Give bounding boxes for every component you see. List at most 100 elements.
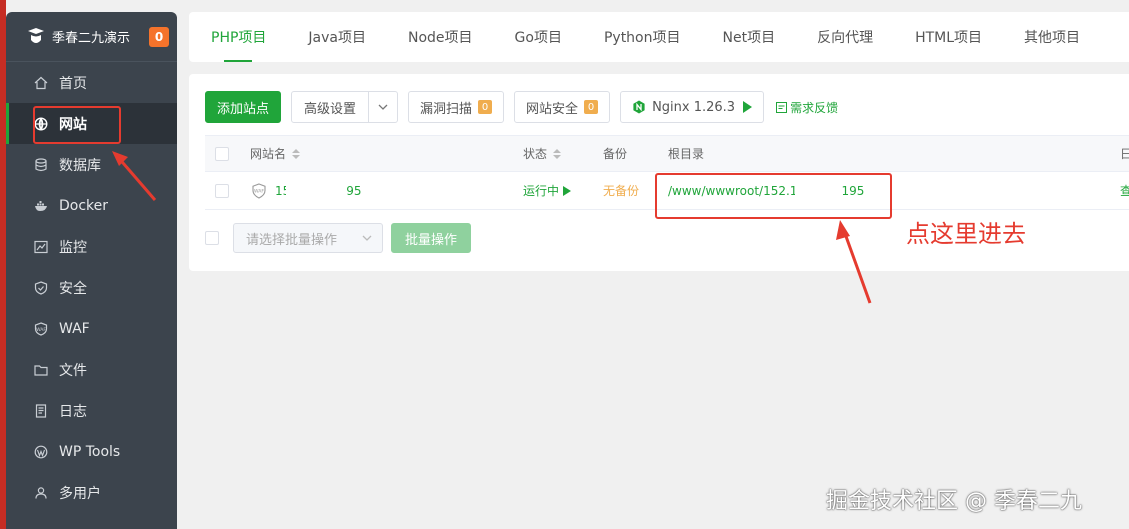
row-checkbox-wrap bbox=[215, 183, 229, 198]
sidebar-header: 季春二九演示 0 bbox=[6, 12, 177, 62]
add-site-button[interactable]: 添加站点 bbox=[205, 91, 282, 123]
sidebar-item-website[interactable]: 网站 bbox=[6, 103, 177, 144]
tab-go[interactable]: Go项目 bbox=[494, 12, 583, 62]
sidebar-item-multi-user[interactable]: 多用户 bbox=[6, 472, 177, 513]
site-name-cell[interactable]: WAF 15 95 bbox=[251, 176, 362, 205]
status-running: 运行中 bbox=[523, 184, 560, 198]
sidebar: 季春二九演示 0 首页 网站 数据库 Docker 监控 安全 WAF WAF … bbox=[6, 12, 177, 529]
play-icon bbox=[563, 185, 572, 196]
vuln-scan-button[interactable]: 漏洞扫描 0 bbox=[408, 91, 505, 123]
wordpress-icon bbox=[34, 445, 48, 459]
waf-status-icon: WAF bbox=[252, 182, 266, 199]
row-checkbox[interactable] bbox=[215, 183, 229, 198]
tab-html[interactable]: HTML项目 bbox=[894, 12, 1003, 62]
sidebar-item-database[interactable]: 数据库 bbox=[6, 144, 177, 185]
site-table: 网站名 状态 备份 根目录 日 WAF 15 95 运行中 无备份 /www/w… bbox=[205, 135, 1129, 210]
sidebar-item-waf[interactable]: WAF WAF bbox=[6, 308, 177, 349]
status-cell[interactable]: 运行中 bbox=[523, 182, 572, 199]
tab-net[interactable]: Net项目 bbox=[702, 12, 797, 62]
sidebar-item-monitor[interactable]: 监控 bbox=[6, 226, 177, 267]
folder-icon bbox=[34, 363, 48, 377]
svg-text:WAF: WAF bbox=[36, 326, 46, 332]
site-security-label: 网站安全 bbox=[526, 101, 579, 117]
sidebar-item-security[interactable]: 安全 bbox=[6, 267, 177, 308]
database-icon bbox=[34, 157, 48, 172]
sidebar-item-home[interactable]: 首页 bbox=[6, 62, 177, 103]
tab-java[interactable]: Java项目 bbox=[287, 12, 387, 62]
shield-icon bbox=[34, 280, 48, 295]
sidebar-item-label: 网站 bbox=[59, 116, 87, 133]
table-header: 网站名 状态 备份 根目录 日 bbox=[205, 135, 1129, 172]
globe-icon bbox=[34, 116, 48, 131]
batch-select-checkbox[interactable] bbox=[205, 231, 219, 245]
row-action-link[interactable]: 查 bbox=[1120, 182, 1129, 199]
batch-select-placeholder: 请选择批量操作 bbox=[246, 232, 338, 248]
site-security-button[interactable]: 网站安全 0 bbox=[514, 91, 611, 123]
sidebar-item-wp-tools[interactable]: WP Tools bbox=[6, 431, 177, 472]
sidebar-item-docker[interactable]: Docker bbox=[6, 185, 177, 226]
toolbar: 添加站点 高级设置 漏洞扫描 0 网站安全 0 Nginx 1.26.3 需求反… bbox=[205, 91, 838, 123]
sort-icon bbox=[292, 148, 301, 159]
play-icon bbox=[743, 101, 753, 113]
sidebar-item-label: WAF bbox=[59, 320, 90, 337]
security-count-badge: 0 bbox=[584, 100, 599, 114]
col-backup: 备份 bbox=[603, 147, 628, 161]
redacted-ip bbox=[286, 176, 351, 205]
batch-operation-select[interactable]: 请选择批量操作 bbox=[233, 223, 383, 253]
col-root-dir: 根目录 bbox=[668, 147, 705, 161]
log-icon bbox=[34, 403, 48, 418]
batch-actions: 请选择批量操作 批量操作 bbox=[205, 223, 472, 253]
waf-shield-icon: WAF bbox=[34, 321, 48, 336]
home-icon bbox=[34, 76, 48, 90]
col-site-name[interactable]: 网站名 bbox=[250, 145, 301, 162]
project-tabs: PHP项目 Java项目 Node项目 Go项目 Python项目 Net项目 … bbox=[189, 12, 1129, 62]
docker-icon bbox=[34, 199, 48, 213]
backup-cell[interactable]: 无备份 bbox=[603, 182, 639, 199]
sort-icon bbox=[553, 148, 562, 159]
feedback-label: 需求反馈 bbox=[790, 100, 839, 115]
root-dir-link[interactable]: /www/wwwroot/152.1 195 bbox=[668, 178, 865, 203]
sidebar-item-logs[interactable]: 日志 bbox=[6, 390, 177, 431]
sidebar-item-label: WP Tools bbox=[59, 443, 121, 460]
nginx-button[interactable]: Nginx 1.26.3 bbox=[620, 91, 765, 123]
tab-other[interactable]: 其他项目 bbox=[1003, 12, 1101, 62]
users-icon bbox=[34, 486, 48, 500]
root-dir-prefix: /www/wwwroot/152.1 bbox=[668, 183, 798, 198]
watermark: 掘金技术社区 @ 季春二九 bbox=[826, 489, 1082, 514]
annotation-text: 点这里进去 bbox=[906, 220, 1026, 248]
root-dir-suffix: 195 bbox=[841, 183, 865, 198]
sidebar-item-label: 首页 bbox=[59, 75, 87, 92]
feedback-icon bbox=[776, 101, 788, 113]
col-status-label: 状态 bbox=[523, 147, 548, 161]
table-row: WAF 15 95 运行中 无备份 /www/wwwroot/152.1 195… bbox=[205, 172, 1129, 210]
sidebar-menu: 首页 网站 数据库 Docker 监控 安全 WAF WAF 文件 日志 WP … bbox=[6, 62, 177, 513]
panel-logo-icon bbox=[28, 27, 44, 43]
tab-php[interactable]: PHP项目 bbox=[189, 12, 287, 62]
svg-text:WAF: WAF bbox=[254, 188, 264, 194]
vuln-scan-label: 漏洞扫描 bbox=[420, 101, 473, 117]
sidebar-item-label: 监控 bbox=[59, 239, 87, 256]
sidebar-item-files[interactable]: 文件 bbox=[6, 349, 177, 390]
select-all-checkbox[interactable] bbox=[215, 146, 229, 161]
site-name-suffix: 95 bbox=[346, 183, 362, 198]
col-status[interactable]: 状态 bbox=[523, 145, 562, 162]
redacted-ip bbox=[795, 178, 844, 203]
col-extra: 日 bbox=[1120, 147, 1129, 161]
vuln-count-badge: 0 bbox=[478, 100, 493, 114]
select-all-wrap bbox=[215, 146, 229, 161]
chevron-down-icon[interactable] bbox=[369, 92, 397, 122]
notification-badge[interactable]: 0 bbox=[149, 26, 169, 47]
tab-python[interactable]: Python项目 bbox=[583, 12, 702, 62]
tab-reverse-proxy[interactable]: 反向代理 bbox=[796, 12, 894, 62]
sidebar-item-label: 多用户 bbox=[59, 485, 101, 502]
sidebar-item-label: 安全 bbox=[59, 280, 87, 297]
sidebar-item-label: 日志 bbox=[59, 403, 87, 420]
advanced-settings-dropdown[interactable]: 高级设置 bbox=[291, 91, 399, 123]
server-title[interactable]: 季春二九演示 bbox=[52, 27, 149, 46]
nginx-icon bbox=[633, 100, 645, 114]
batch-operation-button[interactable]: 批量操作 bbox=[391, 223, 472, 253]
monitor-icon bbox=[34, 240, 48, 254]
col-site-name-label: 网站名 bbox=[250, 147, 287, 161]
tab-node[interactable]: Node项目 bbox=[387, 12, 494, 62]
feedback-link[interactable]: 需求反馈 bbox=[776, 99, 838, 116]
